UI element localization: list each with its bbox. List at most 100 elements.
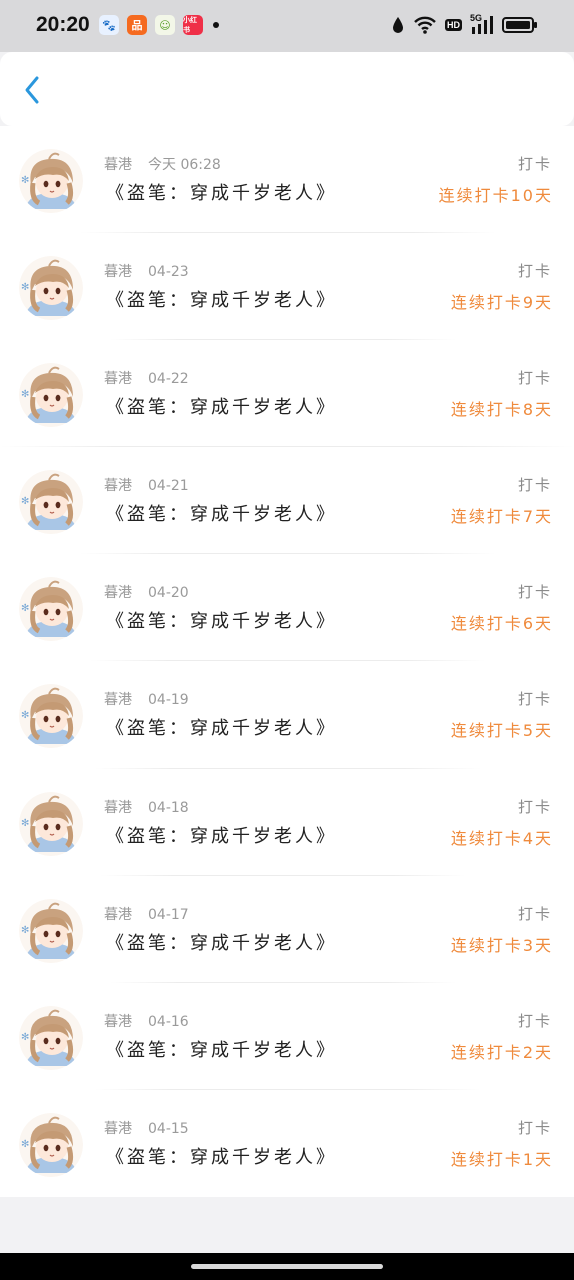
battery-icon <box>502 17 537 33</box>
book-title[interactable]: 《盗笔：穿成千岁老人》 <box>106 179 337 205</box>
book-title[interactable]: 《盗笔：穿成千岁老人》 <box>106 929 337 955</box>
user-avatar[interactable]: ✻ <box>19 363 83 428</box>
streak-count: 连续打卡2天 <box>450 1042 553 1062</box>
record-meta: 暮港 04-16 <box>104 1011 189 1031</box>
leaf-app-icon: ☺ <box>155 15 175 35</box>
more-notifications-dot-icon <box>213 22 219 28</box>
user-name: 暮港 <box>104 692 132 709</box>
streak-count: 连续打卡8天 <box>450 400 553 420</box>
checkin-label[interactable]: 打卡 <box>518 903 552 924</box>
home-gesture-pill[interactable] <box>191 1264 383 1269</box>
book-title[interactable]: 《盗笔：穿成千岁老人》 <box>106 286 337 312</box>
anime-avatar-image: ✻ <box>19 256 83 321</box>
user-avatar[interactable]: ✻ <box>19 791 83 856</box>
record-date: 04-23 <box>148 264 189 281</box>
svg-text:✻: ✻ <box>21 496 29 507</box>
user-avatar[interactable]: ✻ <box>19 577 83 642</box>
user-avatar[interactable]: ✻ <box>19 470 83 535</box>
checkin-record-row[interactable]: ✻ 暮港 04-18 《盗笔：穿成千岁老人》 打卡 连续打卡4天 <box>0 769 574 876</box>
checkin-record-row[interactable]: ✻ 暮港 04-20 《盗笔：穿成千岁老人》 打卡 连续打卡6天 <box>0 554 574 662</box>
system-status-icons: HD 5G <box>391 13 538 36</box>
record-date: 04-18 <box>148 799 189 816</box>
book-title[interactable]: 《盗笔：穿成千岁老人》 <box>106 607 337 633</box>
streak-count: 连续打卡1天 <box>450 1149 553 1169</box>
checkin-label[interactable]: 打卡 <box>518 474 552 495</box>
record-meta: 暮港 04-23 <box>104 261 189 281</box>
checkin-label[interactable]: 打卡 <box>518 1117 552 1138</box>
record-date: 今天 06:28 <box>148 157 221 173</box>
anime-avatar-image: ✻ <box>19 684 83 749</box>
record-meta: 暮港 04-18 <box>104 797 189 817</box>
record-date: 04-15 <box>148 1120 189 1137</box>
record-date: 04-19 <box>148 692 189 709</box>
checkin-label[interactable]: 打卡 <box>518 796 552 817</box>
svg-text:✻: ✻ <box>21 282 29 293</box>
record-date: 04-20 <box>148 585 189 602</box>
streak-count: 连续打卡10天 <box>438 186 553 205</box>
checkin-label[interactable]: 打卡 <box>518 688 552 709</box>
user-avatar[interactable]: ✻ <box>19 1005 83 1070</box>
book-title[interactable]: 《盗笔：穿成千岁老人》 <box>106 822 337 848</box>
checkin-record-row[interactable]: ✻ 暮港 04-23 《盗笔：穿成千岁老人》 打卡 连续打卡9天 <box>0 233 574 341</box>
chevron-left-icon <box>25 76 39 104</box>
checkin-label[interactable]: 打卡 <box>518 367 552 388</box>
checkin-record-row[interactable]: ✻ 暮港 今天 06:28 《盗笔：穿成千岁老人》 打卡 连续打卡10天 <box>0 126 574 234</box>
user-avatar[interactable]: ✻ <box>19 1112 83 1177</box>
user-name: 暮港 <box>104 371 132 388</box>
book-title[interactable]: 《盗笔：穿成千岁老人》 <box>106 1143 337 1169</box>
svg-text:✻: ✻ <box>21 603 29 614</box>
record-meta: 暮港 04-17 <box>104 904 189 924</box>
book-title[interactable]: 《盗笔：穿成千岁老人》 <box>106 393 337 419</box>
streak-count: 连续打卡9天 <box>450 293 553 313</box>
user-name: 暮港 <box>104 1120 132 1137</box>
user-avatar[interactable]: ✻ <box>19 684 83 749</box>
checkin-label[interactable]: 打卡 <box>518 581 552 602</box>
checkin-record-row[interactable]: ✻ 暮港 04-17 《盗笔：穿成千岁老人》 打卡 连续打卡3天 <box>0 876 574 983</box>
streak-count: 连续打卡6天 <box>450 614 553 634</box>
user-avatar[interactable]: ✻ <box>19 149 83 213</box>
status-time: 20:20 <box>36 13 90 36</box>
data-saver-drop-icon <box>393 17 403 33</box>
checkin-record-row[interactable]: ✻ 暮港 04-15 《盗笔：穿成千岁老人》 打卡 连续打卡1天 <box>0 1090 574 1197</box>
record-date: 04-22 <box>148 371 189 388</box>
taobao-app-icon: 品 <box>127 15 147 35</box>
streak-count: 连续打卡5天 <box>450 721 553 741</box>
user-name: 暮港 <box>104 585 132 602</box>
anime-avatar-image: ✻ <box>19 791 83 856</box>
checkin-history-screen: 20:20 🐾 品 ☺ 小红书 HD 5G ✻ 暮港 今天 06:28 《盗笔：… <box>0 0 574 1280</box>
checkin-label[interactable]: 打卡 <box>518 260 552 281</box>
book-title[interactable]: 《盗笔：穿成千岁老人》 <box>106 714 337 740</box>
book-title[interactable]: 《盗笔：穿成千岁老人》 <box>106 1036 337 1062</box>
checkin-record-list: ✻ 暮港 今天 06:28 《盗笔：穿成千岁老人》 打卡 连续打卡10天 ✻ 暮… <box>0 126 574 1197</box>
checkin-label[interactable]: 打卡 <box>518 153 552 174</box>
status-bar: 20:20 🐾 品 ☺ 小红书 HD 5G <box>0 0 574 52</box>
hd-voice-badge: HD <box>445 19 462 31</box>
user-avatar[interactable]: ✻ <box>19 256 83 321</box>
book-title[interactable]: 《盗笔：穿成千岁老人》 <box>106 500 337 526</box>
checkin-label[interactable]: 打卡 <box>518 1010 552 1031</box>
svg-text:✻: ✻ <box>21 1139 29 1150</box>
anime-avatar-image: ✻ <box>19 1112 83 1177</box>
checkin-record-row[interactable]: ✻ 暮港 04-21 《盗笔：穿成千岁老人》 打卡 连续打卡7天 <box>0 447 574 555</box>
checkin-record-row[interactable]: ✻ 暮港 04-19 《盗笔：穿成千岁老人》 打卡 连续打卡5天 <box>0 661 574 769</box>
checkin-record-row[interactable]: ✻ 暮港 04-22 《盗笔：穿成千岁老人》 打卡 连续打卡8天 <box>0 340 574 448</box>
user-name: 暮港 <box>104 1013 132 1030</box>
svg-text:✻: ✻ <box>21 1032 29 1043</box>
user-name: 暮港 <box>104 799 132 816</box>
anime-avatar-image: ✻ <box>19 149 83 213</box>
notification-app-icons: 🐾 品 ☺ 小红书 <box>99 15 219 35</box>
user-name: 暮港 <box>104 264 132 281</box>
record-meta: 暮港 04-21 <box>104 475 189 495</box>
baidu-app-icon: 🐾 <box>99 15 119 35</box>
checkin-record-row[interactable]: ✻ 暮港 04-16 《盗笔：穿成千岁老人》 打卡 连续打卡2天 <box>0 983 574 1090</box>
anime-avatar-image: ✻ <box>19 577 83 642</box>
anime-avatar-image: ✻ <box>19 898 83 963</box>
record-meta: 暮港 今天 06:28 <box>104 154 221 174</box>
anime-avatar-image: ✻ <box>19 363 83 428</box>
signal-5g-icon: 5G <box>470 13 494 35</box>
back-button[interactable] <box>16 74 48 106</box>
record-date: 04-16 <box>148 1013 189 1030</box>
streak-count: 连续打卡7天 <box>450 507 553 527</box>
record-date: 04-21 <box>148 478 189 495</box>
user-avatar[interactable]: ✻ <box>19 898 83 963</box>
